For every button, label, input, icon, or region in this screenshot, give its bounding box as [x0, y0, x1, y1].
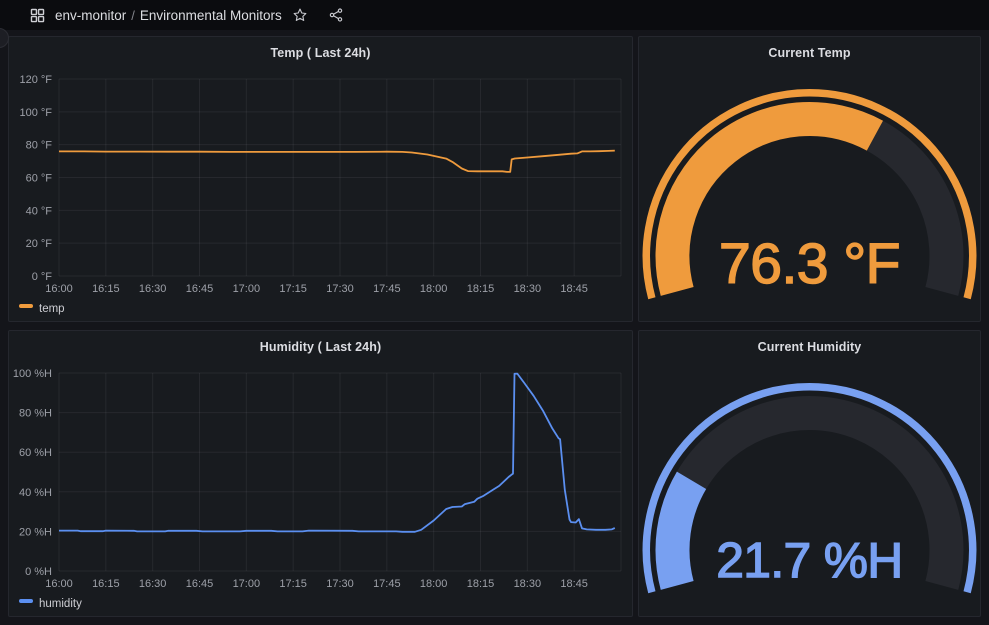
- breadcrumb-folder[interactable]: env-monitor: [55, 8, 126, 23]
- svg-text:100 °F: 100 °F: [19, 107, 52, 119]
- panel-title-temp-history[interactable]: Temp ( Last 24h): [9, 37, 632, 65]
- svg-text:18:30: 18:30: [514, 283, 542, 295]
- star-icon[interactable]: [291, 6, 309, 24]
- panel-current-temp: Current Temp 76.3 °F: [638, 36, 981, 322]
- svg-text:100 %H: 100 %H: [13, 368, 52, 380]
- breadcrumb: env-monitor / Environmental Monitors: [55, 8, 282, 23]
- svg-text:16:45: 16:45: [186, 578, 214, 590]
- svg-text:16:00: 16:00: [45, 578, 73, 590]
- svg-text:120 °F: 120 °F: [19, 74, 52, 86]
- breadcrumb-separator: /: [131, 8, 135, 23]
- svg-text:20 °F: 20 °F: [26, 238, 53, 250]
- svg-text:0 %H: 0 %H: [25, 566, 52, 578]
- svg-text:17:15: 17:15: [279, 283, 307, 295]
- svg-text:18:30: 18:30: [514, 578, 542, 590]
- current-humidity-gauge: 21.7 %H: [639, 359, 980, 616]
- svg-text:20 %H: 20 %H: [19, 526, 52, 538]
- svg-text:17:45: 17:45: [373, 283, 401, 295]
- svg-text:17:00: 17:00: [233, 578, 261, 590]
- svg-text:17:15: 17:15: [279, 578, 307, 590]
- svg-text:80 %H: 80 %H: [19, 408, 52, 420]
- top-nav: env-monitor / Environmental Monitors: [0, 0, 989, 30]
- svg-text:16:00: 16:00: [45, 283, 73, 295]
- svg-text:18:15: 18:15: [467, 283, 495, 295]
- panel-title-humidity-history[interactable]: Humidity ( Last 24h): [9, 331, 632, 359]
- svg-text:18:45: 18:45: [560, 283, 588, 295]
- panel-title-current-humidity[interactable]: Current Humidity: [639, 331, 980, 359]
- svg-text:0 °F: 0 °F: [32, 271, 53, 283]
- share-icon[interactable]: [327, 6, 345, 24]
- svg-text:18:45: 18:45: [560, 578, 588, 590]
- svg-text:21.7 %H: 21.7 %H: [716, 533, 902, 588]
- svg-text:16:30: 16:30: [139, 578, 167, 590]
- svg-text:17:00: 17:00: [233, 283, 261, 295]
- breadcrumb-dashboard[interactable]: Environmental Monitors: [140, 8, 282, 23]
- svg-text:18:00: 18:00: [420, 578, 448, 590]
- humidity-history-chart[interactable]: 0 %H 20 %H 40 %H 60 %H 80 %H 100 %H 16:00 16:15…: [9, 359, 632, 616]
- temp-history-chart[interactable]: 0 °F 20 °F 40 °F 60 °F 80 °F 100 °F 120 °F 16:0…: [9, 65, 632, 321]
- panel-temp-history: Temp ( Last 24h) 0 °F 20 °F 40 °F 60 °F 80 °…: [8, 36, 633, 322]
- svg-text:16:15: 16:15: [92, 283, 120, 295]
- svg-text:40 °F: 40 °F: [26, 205, 53, 217]
- svg-text:80 °F: 80 °F: [26, 140, 53, 152]
- svg-text:16:45: 16:45: [186, 283, 214, 295]
- svg-text:18:00: 18:00: [420, 283, 448, 295]
- svg-text:60 °F: 60 °F: [26, 173, 53, 185]
- svg-text:humidity: humidity: [39, 598, 82, 610]
- panel-title-current-temp[interactable]: Current Temp: [639, 37, 980, 65]
- svg-text:17:30: 17:30: [326, 283, 354, 295]
- svg-text:16:15: 16:15: [92, 578, 120, 590]
- svg-text:18:15: 18:15: [467, 578, 495, 590]
- svg-text:temp: temp: [39, 303, 65, 315]
- svg-text:76.3 °F: 76.3 °F: [719, 232, 900, 296]
- panel-current-humidity: Current Humidity 21.7 %H: [638, 330, 981, 617]
- panel-humidity-history: Humidity ( Last 24h) 0 %H 20 %H 40 %H 60 %H…: [8, 330, 633, 617]
- dashboard-grid: Temp ( Last 24h) 0 °F 20 °F 40 °F 60 °F 80 °…: [0, 30, 989, 625]
- svg-text:17:45: 17:45: [373, 578, 401, 590]
- dashboards-grid-icon[interactable]: [28, 6, 46, 24]
- current-temp-gauge: 76.3 °F: [639, 65, 980, 321]
- svg-text:60 %H: 60 %H: [19, 447, 52, 459]
- svg-text:16:30: 16:30: [139, 283, 167, 295]
- svg-text:40 %H: 40 %H: [19, 487, 52, 499]
- svg-text:17:30: 17:30: [326, 578, 354, 590]
